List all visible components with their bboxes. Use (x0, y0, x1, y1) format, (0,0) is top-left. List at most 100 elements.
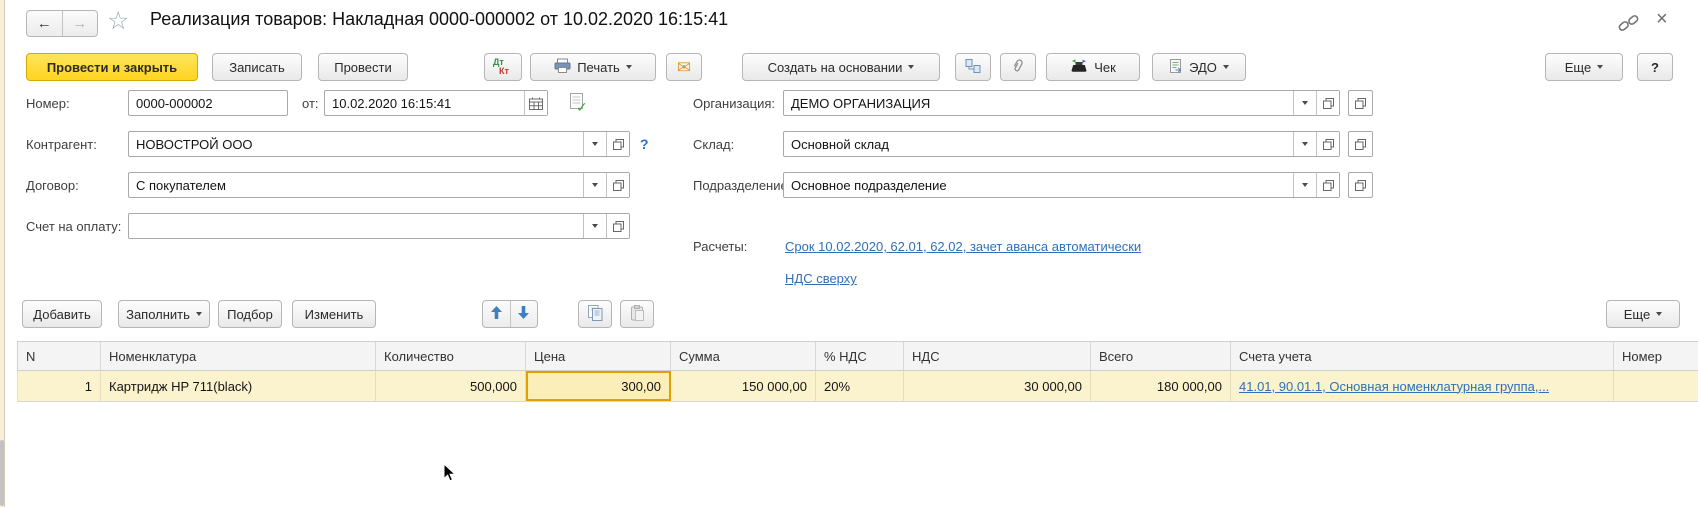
caret-down-icon (592, 142, 598, 146)
save-button[interactable]: Записать (212, 53, 302, 81)
invoice-value (129, 214, 583, 238)
open-button[interactable] (1348, 90, 1373, 116)
cell-price-selected[interactable]: 300,00 (526, 371, 671, 401)
post-button[interactable]: Провести (318, 53, 408, 81)
open-button[interactable] (1348, 172, 1373, 198)
dtkt-icon: Дт Кт (493, 58, 513, 76)
related-documents-button[interactable] (955, 53, 991, 81)
caret-down-icon (1656, 312, 1662, 316)
edit-button[interactable]: Изменить (292, 300, 376, 328)
dtkt-postings-button[interactable]: Дт Кт (484, 53, 522, 81)
send-email-button[interactable]: ✉ (666, 53, 702, 81)
open-button[interactable] (606, 173, 629, 197)
left-scrollbar-thumb[interactable] (0, 440, 4, 506)
column-header-number: Номер (1614, 342, 1698, 370)
favorite-star-icon[interactable]: ☆ (107, 9, 129, 34)
settlements-label: Расчеты: (693, 239, 747, 254)
counterparty-label: Контрагент: (26, 137, 97, 152)
counterparty-field[interactable]: НОВОСТРОЙ ООО (128, 131, 630, 157)
open-button[interactable] (606, 214, 629, 238)
cell-total[interactable]: 180 000,00 (1091, 371, 1231, 401)
cell-nomenclature[interactable]: Картридж HP 711(black) (101, 371, 376, 401)
open-button[interactable] (1316, 173, 1339, 197)
settlements-link[interactable]: Срок 10.02.2020, 62.01, 62.02, зачет ава… (785, 239, 1141, 254)
fill-button[interactable]: Заполнить (118, 300, 210, 328)
print-button[interactable]: Печать (530, 53, 656, 81)
check-label: Чек (1094, 60, 1116, 75)
structure-icon (965, 58, 981, 77)
contract-value: С покупателем (129, 173, 583, 197)
accounts-link[interactable]: 41.01, 90.01.1, Основная номенклатурная … (1239, 379, 1549, 394)
number-field[interactable]: 0000-000002 (128, 90, 288, 116)
caret-down-icon (592, 183, 598, 187)
dropdown-button[interactable] (583, 214, 606, 238)
organization-field[interactable]: ДЕМО ОРГАНИЗАЦИЯ (783, 90, 1340, 116)
selection-label: Подбор (227, 307, 273, 322)
caret-down-icon (592, 224, 598, 228)
arrow-down-icon (518, 306, 529, 323)
move-row-group (482, 300, 538, 328)
counterparty-help-icon[interactable]: ? (640, 136, 649, 152)
cell-number[interactable] (1614, 371, 1698, 401)
fill-label: Заполнить (126, 307, 190, 322)
more-label: Еще (1624, 307, 1650, 322)
forward-button[interactable]: → (63, 11, 98, 36)
selection-button[interactable]: Подбор (218, 300, 282, 328)
more-button-top[interactable]: Еще (1545, 53, 1623, 81)
dropdown-button[interactable] (1293, 132, 1316, 156)
dropdown-button[interactable] (1293, 173, 1316, 197)
table-row: 1 Картридж HP 711(black) 500,000 300,00 … (17, 371, 1698, 402)
more-button-items[interactable]: Еще (1606, 300, 1680, 328)
open-button[interactable] (1316, 132, 1339, 156)
column-header-nomenclature: Номенклатура (101, 342, 376, 370)
move-row-up-button[interactable] (483, 301, 511, 327)
column-header-accounts: Счета учета (1231, 342, 1614, 370)
mouse-cursor (443, 463, 456, 487)
date-field[interactable]: 10.02.2020 16:15:41 (324, 90, 548, 116)
paperclip-icon (1010, 58, 1026, 77)
cell-sum[interactable]: 150 000,00 (671, 371, 816, 401)
add-row-button[interactable]: Добавить (22, 300, 102, 328)
document-window: ← → ☆ Реализация товаров: Накладная 0000… (0, 0, 1698, 507)
cell-n[interactable]: 1 (18, 371, 101, 401)
column-header-sum: Сумма (671, 342, 816, 370)
edo-button[interactable]: ЭДО (1152, 53, 1246, 81)
create-on-basis-label: Создать на основании (768, 60, 903, 75)
back-button[interactable]: ← (27, 11, 63, 36)
move-row-down-button[interactable] (511, 301, 538, 327)
invoice-field[interactable] (128, 213, 630, 239)
cell-quantity[interactable]: 500,000 (376, 371, 526, 401)
help-label: ? (1651, 60, 1659, 75)
attachments-button[interactable] (1000, 53, 1036, 81)
check-receipt-button[interactable]: Чек (1046, 53, 1140, 81)
invoice-label: Счет на оплату: (26, 219, 121, 234)
date-label: от: (302, 96, 319, 111)
paste-button[interactable] (620, 300, 654, 328)
contract-field[interactable]: С покупателем (128, 172, 630, 198)
open-button[interactable] (606, 132, 629, 156)
arrow-up-icon (491, 306, 502, 323)
dropdown-button[interactable] (583, 132, 606, 156)
create-on-basis-button[interactable]: Создать на основании (742, 53, 940, 81)
open-button[interactable] (1348, 131, 1373, 157)
post-and-close-button[interactable]: Провести и закрыть (26, 53, 198, 81)
open-button[interactable] (1316, 91, 1339, 115)
copy-button[interactable] (578, 300, 612, 328)
vat-mode-link[interactable]: НДС сверху (785, 271, 857, 286)
help-button[interactable]: ? (1637, 53, 1673, 81)
warehouse-field[interactable]: Основной склад (783, 131, 1340, 157)
cell-vat-rate[interactable]: 20% (816, 371, 904, 401)
dropdown-button[interactable] (583, 173, 606, 197)
column-header-n: N (18, 342, 101, 370)
column-header-vat: НДС (904, 342, 1091, 370)
cash-register-icon (1070, 58, 1088, 76)
calendar-icon[interactable] (524, 91, 547, 115)
cell-vat[interactable]: 30 000,00 (904, 371, 1091, 401)
dropdown-button[interactable] (1293, 91, 1316, 115)
column-header-price: Цена (526, 342, 671, 370)
copy-link-icon[interactable] (1618, 13, 1640, 38)
cell-accounts[interactable]: 41.01, 90.01.1, Основная номенклатурная … (1231, 371, 1614, 401)
close-icon[interactable]: × (1656, 8, 1668, 31)
table-header-row: N Номенклатура Количество Цена Сумма % Н… (17, 341, 1698, 371)
department-field[interactable]: Основное подразделение (783, 172, 1340, 198)
